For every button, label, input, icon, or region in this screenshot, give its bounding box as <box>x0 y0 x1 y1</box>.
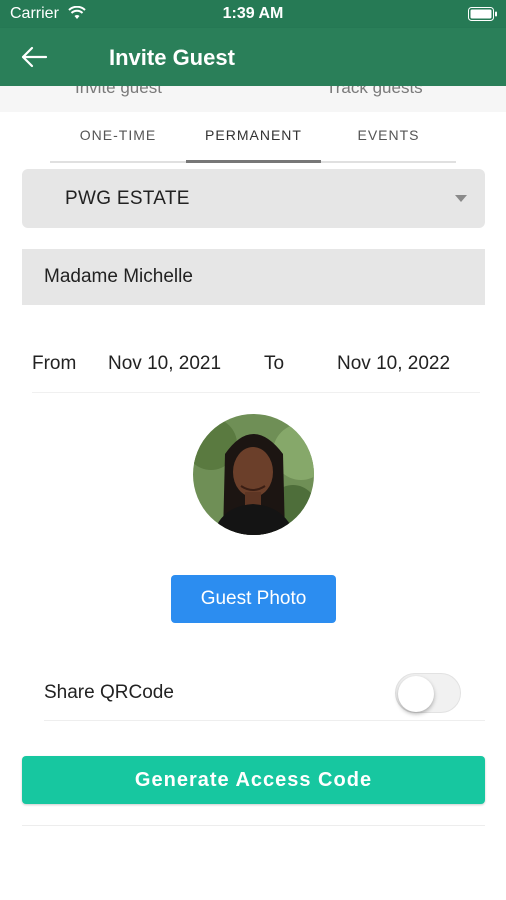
share-qr-row: Share QRCode <box>44 672 485 721</box>
to-label: To <box>264 353 285 374</box>
share-qr-label: Share QRCode <box>44 682 174 703</box>
estate-select[interactable]: PWG ESTATE <box>22 169 485 228</box>
invite-type-tabs: ONE-TIME PERMANENT EVENTS <box>50 112 456 164</box>
guest-name-field[interactable]: Madame Michelle <box>22 249 485 305</box>
estate-select-value: PWG ESTATE <box>65 188 190 209</box>
tab-events[interactable]: EVENTS <box>321 112 456 160</box>
date-range-row: From Nov 10, 2021 To Nov 10, 2022 <box>32 340 480 393</box>
guest-photo-button[interactable]: Guest Photo <box>171 575 336 623</box>
generate-access-code-button[interactable]: Generate Access Code <box>22 756 485 804</box>
tab-invite-guest[interactable]: Invite guest <box>75 86 162 98</box>
guest-name-value: Madame Michelle <box>44 266 193 287</box>
battery-icon <box>468 7 497 21</box>
status-bar: Carrier 1:39 AM <box>0 0 506 28</box>
guest-avatar <box>193 414 314 535</box>
arrow-left-icon[interactable] <box>20 45 48 69</box>
toggle-knob <box>398 676 434 712</box>
divider <box>22 825 485 826</box>
status-time: 1:39 AM <box>222 5 284 22</box>
chevron-down-icon <box>455 195 467 202</box>
app-bar: Invite Guest <box>0 28 506 86</box>
from-label: From <box>32 353 77 374</box>
guest-photo-image <box>193 414 314 535</box>
tab-one-time[interactable]: ONE-TIME <box>50 112 186 160</box>
share-qr-toggle[interactable] <box>395 673 461 713</box>
tab-selected-indicator <box>186 160 321 163</box>
tab-track-guests[interactable]: Track guests <box>326 86 423 98</box>
from-date-picker[interactable]: Nov 10, 2021 <box>108 353 221 375</box>
page-title: Invite Guest <box>109 45 235 70</box>
tab-permanent[interactable]: PERMANENT <box>186 112 321 160</box>
to-date-picker[interactable]: Nov 10, 2022 <box>337 353 450 375</box>
top-tab-strip: Invite guest Track guests <box>0 86 506 112</box>
